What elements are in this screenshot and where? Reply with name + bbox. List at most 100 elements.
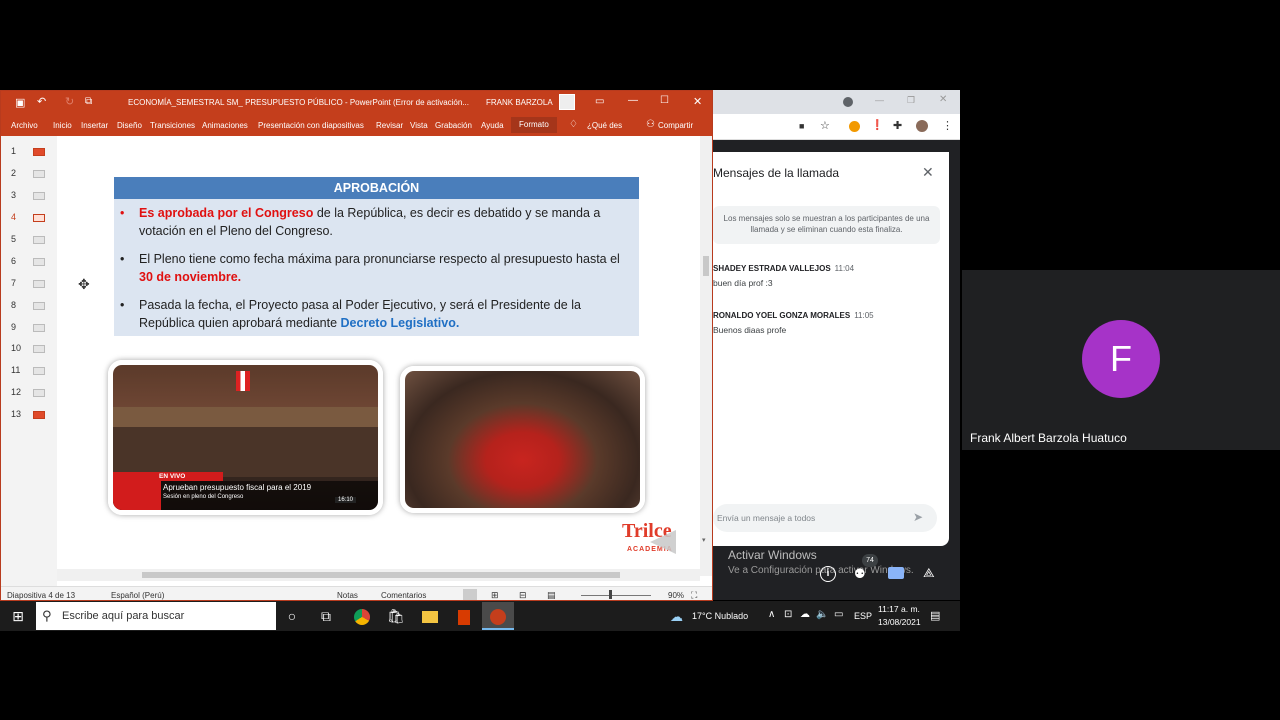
slide-counter: Diapositiva 4 de 13: [7, 591, 76, 600]
send-icon[interactable]: ➤: [913, 510, 923, 524]
chat-message: SHADEY ESTRADA VALLEJOS 11:04 buen día pr…: [713, 264, 855, 288]
chrome-minimize-icon[interactable]: —: [875, 95, 884, 105]
minimize-icon[interactable]: —: [628, 95, 638, 106]
file-explorer-icon[interactable]: [414, 602, 446, 630]
horizontal-scrollbar[interactable]: [57, 569, 700, 581]
cortana-icon[interactable]: ○: [276, 602, 308, 630]
speaker-icon: [650, 530, 676, 554]
ribbon-display-icon[interactable]: ▭: [595, 96, 604, 107]
flag-image: [236, 371, 250, 391]
extension-1-icon[interactable]: [849, 121, 860, 132]
news-caption: Aprueban presupuesto fiscal para el 2019: [163, 483, 312, 492]
chat-icon[interactable]: [888, 567, 904, 579]
scroll-down-icon[interactable]: ▾: [702, 536, 706, 544]
chat-title: Mensajes de la llamada: [713, 166, 840, 180]
zoom-slider[interactable]: [581, 595, 651, 596]
onedrive-icon[interactable]: ☁: [800, 609, 810, 620]
chrome-maximize-icon[interactable]: ❐: [907, 95, 915, 106]
language-indicator[interactable]: Español (Perú): [111, 591, 164, 600]
tab-vista[interactable]: Vista: [410, 121, 428, 130]
participant-avatar: F: [1082, 320, 1160, 398]
congress-hemicycle-photo: [400, 366, 645, 513]
maximize-icon[interactable]: ☐: [660, 95, 669, 106]
tab-archivo[interactable]: Archivo: [11, 121, 38, 130]
info-icon[interactable]: i: [820, 566, 836, 582]
notifications-icon[interactable]: ▤: [930, 609, 940, 622]
undo-icon[interactable]: ↶: [37, 95, 46, 108]
tab-inicio[interactable]: Inicio: [53, 121, 72, 130]
user-name: FRANK BARZOLA: [486, 98, 553, 107]
chrome-menu-icon[interactable]: ⋮: [942, 119, 953, 132]
weather-text[interactable]: 17°C Nublado: [692, 611, 748, 621]
powerpoint-taskbar-icon[interactable]: [482, 602, 514, 630]
network-icon[interactable]: ⊡: [784, 609, 792, 620]
profile-dot-icon[interactable]: [843, 97, 853, 107]
move-cursor-icon: ✥: [78, 276, 90, 292]
tab-presentacion[interactable]: Presentación con diapositivas: [258, 121, 364, 130]
windows-start-icon[interactable]: ⊞: [2, 602, 34, 630]
task-view-icon[interactable]: ⧉: [310, 602, 342, 630]
status-bar: Diapositiva 4 de 13 Español (Perú) Notas…: [1, 586, 712, 600]
language-indicator[interactable]: ESP: [854, 611, 872, 621]
notes-button[interactable]: Notas: [337, 591, 358, 600]
store-icon[interactable]: 🛍: [380, 602, 412, 630]
zoom-level[interactable]: 90%: [668, 591, 684, 600]
tab-formato[interactable]: Formato: [511, 117, 557, 133]
weather-icon: ☁: [670, 609, 683, 624]
ribbon-tabs: Archivo Inicio Insertar Diseño Transicio…: [1, 114, 712, 136]
activities-icon[interactable]: ⟁: [923, 565, 935, 581]
zoom-thumb[interactable]: [609, 590, 612, 599]
chrome-titlebar: — ❐ ✕: [713, 90, 960, 114]
chat-message: RONALDO YOEL GONZA MORALES 11:05 Buenos d…: [713, 311, 874, 335]
share-icon: ⚇: [646, 119, 655, 130]
chrome-close-icon[interactable]: ✕: [939, 94, 947, 105]
display-icon[interactable]: ▭: [834, 609, 843, 620]
chrome-toolbar: ■ ☆ ❗ ✚ ⋮: [713, 114, 960, 140]
normal-view-icon[interactable]: [463, 589, 477, 600]
bookmark-star-icon[interactable]: ☆: [820, 119, 830, 132]
tray-expand-icon[interactable]: ∧: [768, 609, 775, 620]
tab-diseno[interactable]: Diseño: [117, 121, 142, 130]
camera-icon[interactable]: ■: [799, 121, 804, 131]
document-title: ECONOMÍA_SEMESTRAL SM_ PRESUPUESTO PÚBLI…: [128, 98, 469, 107]
share-button[interactable]: Compartir: [658, 121, 693, 130]
user-avatar[interactable]: [559, 94, 575, 110]
congress-session-photo: EN VIVO Aprueban presupuesto fiscal para…: [108, 360, 383, 515]
office-icon[interactable]: [448, 602, 480, 630]
chat-close-icon[interactable]: ✕: [922, 164, 934, 181]
chat-message-input[interactable]: Envía un mensaje a todos: [713, 504, 937, 532]
tab-animaciones[interactable]: Animaciones: [202, 121, 248, 130]
chrome-taskbar-icon[interactable]: [346, 602, 378, 630]
extensions-puzzle-icon[interactable]: ✚: [893, 119, 902, 132]
close-icon[interactable]: ✕: [693, 95, 702, 108]
slideshow-icon[interactable]: ▤: [547, 590, 556, 600]
bullet-2: • El Pleno tiene como fecha máxima para …: [120, 252, 620, 284]
participant-name: Frank Albert Barzola Huatuco: [970, 431, 1127, 445]
present-icon[interactable]: ⧉: [85, 96, 92, 107]
redo-icon[interactable]: ↻: [65, 95, 74, 108]
people-icon[interactable]: ⚉: [854, 566, 866, 582]
vertical-scrollbar[interactable]: ▾: [700, 136, 712, 576]
bullet-3: • Pasada la fecha, el Proyecto pasa al P…: [120, 298, 581, 330]
clock-date[interactable]: 13/08/2021: [878, 617, 921, 627]
chat-info-note: Los mensajes solo se muestran a los part…: [713, 206, 940, 244]
fit-slide-icon[interactable]: ⛶: [691, 590, 697, 600]
sorter-view-icon[interactable]: ⊞: [491, 590, 499, 600]
extension-2-icon[interactable]: ❗: [871, 120, 883, 131]
comments-button[interactable]: Comentarios: [381, 591, 426, 600]
taskbar-search[interactable]: ⚲ Escribe aquí para buscar: [36, 602, 276, 630]
volume-icon[interactable]: 🔈: [816, 609, 828, 620]
chrome-avatar[interactable]: [916, 120, 928, 132]
reading-view-icon[interactable]: ⊟: [519, 590, 527, 600]
tell-me-input[interactable]: ¿Qué des: [587, 121, 622, 130]
clock-time[interactable]: 11:17 a. m.: [878, 604, 920, 614]
save-icon[interactable]: ▣: [15, 96, 25, 109]
tab-revisar[interactable]: Revisar: [376, 121, 403, 130]
slide-bullets: • Es aprobada por el Congreso de la Repú…: [114, 199, 639, 336]
tab-grabacion[interactable]: Grabación: [435, 121, 472, 130]
news-time: 16:10: [335, 497, 357, 503]
tab-insertar[interactable]: Insertar: [81, 121, 108, 130]
tab-ayuda[interactable]: Ayuda: [481, 121, 504, 130]
tab-transiciones[interactable]: Transiciones: [150, 121, 195, 130]
lightbulb-icon: ♢: [569, 119, 578, 130]
